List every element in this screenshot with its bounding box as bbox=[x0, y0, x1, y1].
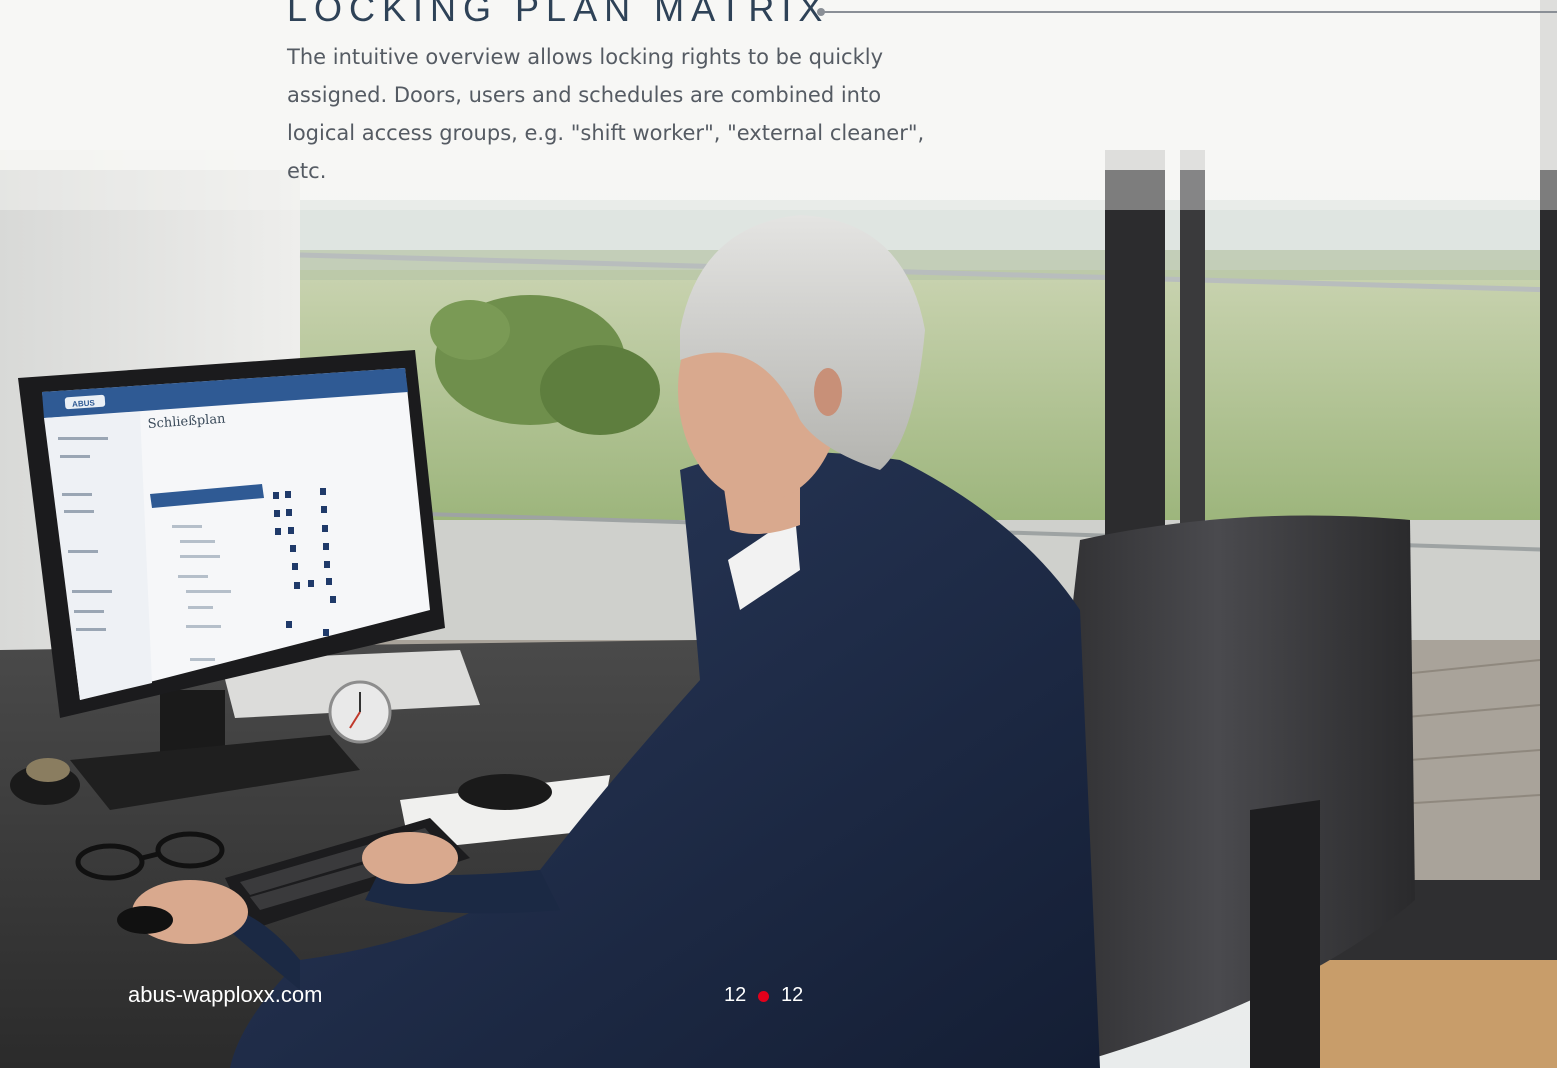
screen-brand: ABUS bbox=[72, 398, 96, 409]
page-separator-dot bbox=[758, 991, 769, 1002]
page-number-left: 12 bbox=[724, 984, 747, 1006]
page-title: LOCKING PLAN MATRIX bbox=[287, 0, 830, 29]
footer-website-link[interactable]: abus-wapploxx.com bbox=[128, 982, 322, 1008]
page-number-right: 12 bbox=[781, 984, 804, 1006]
title-rule bbox=[820, 11, 1557, 13]
intro-paragraph: The intuitive overview allows locking ri… bbox=[287, 45, 925, 183]
